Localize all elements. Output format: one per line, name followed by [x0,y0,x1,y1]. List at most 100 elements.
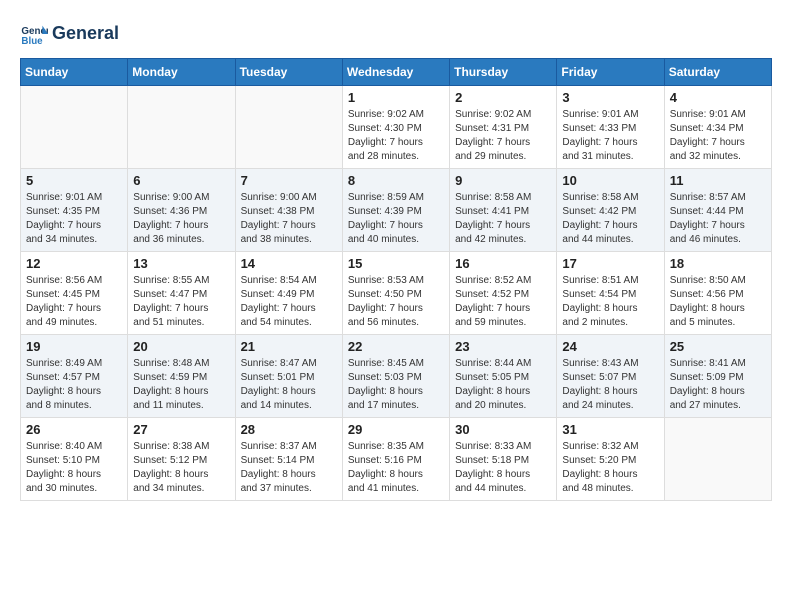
day-number: 1 [348,90,444,105]
calendar-cell: 16 Sunrise: 8:52 AM Sunset: 4:52 PM Dayli… [450,252,557,335]
weekday-header-tuesday: Tuesday [235,59,342,86]
calendar-cell: 11Sunrise: 8:57 AM Sunset: 4:44 PM Dayli… [664,169,771,252]
cell-content: Sunrise: 8:44 AM Sunset: 5:05 PM Dayligh… [455,357,551,413]
calendar-cell: 4Sunrise: 9:01 AM Sunset: 4:34 PM Daylig… [664,86,771,169]
calendar-cell: 12 Sunrise: 8:56 AM Sunset: 4:45 PM Dayli… [21,252,128,335]
calendar-cell: 25 Sunrise: 8:41 AM Sunset: 5:09 PM Dayli… [664,335,771,418]
day-number: 31 [562,422,658,437]
week-row-1: 1 Sunrise: 9:02 AM Sunset: 4:30 PM Daylig… [21,86,772,169]
cell-content: Sunrise: 8:57 AM Sunset: 4:44 PM Dayligh… [670,191,766,247]
weekday-header-sunday: Sunday [21,59,128,86]
cell-content: Sunrise: 8:56 AM Sunset: 4:45 PM Dayligh… [26,274,122,330]
calendar-cell: 23 Sunrise: 8:44 AM Sunset: 5:05 PM Dayli… [450,335,557,418]
calendar-cell [128,86,235,169]
cell-content: Sunrise: 8:37 AM Sunset: 5:14 PM Dayligh… [241,440,337,496]
cell-content: Sunrise: 9:01 AM Sunset: 4:34 PM Dayligh… [670,108,766,164]
calendar-cell: 8 Sunrise: 8:59 AM Sunset: 4:39 PM Daylig… [342,169,449,252]
cell-content: Sunrise: 8:43 AM Sunset: 5:07 PM Dayligh… [562,357,658,413]
week-row-2: 5Sunrise: 9:01 AM Sunset: 4:35 PM Daylig… [21,169,772,252]
day-number: 26 [26,422,122,437]
day-number: 15 [348,256,444,271]
calendar-cell: 10Sunrise: 8:58 AM Sunset: 4:42 PM Dayli… [557,169,664,252]
calendar-cell: 1 Sunrise: 9:02 AM Sunset: 4:30 PM Daylig… [342,86,449,169]
weekday-header-thursday: Thursday [450,59,557,86]
cell-content: Sunrise: 8:58 AM Sunset: 4:41 PM Dayligh… [455,191,551,247]
calendar-cell: 5Sunrise: 9:01 AM Sunset: 4:35 PM Daylig… [21,169,128,252]
day-number: 14 [241,256,337,271]
calendar-cell: 22 Sunrise: 8:45 AM Sunset: 5:03 PM Dayli… [342,335,449,418]
day-number: 25 [670,339,766,354]
day-number: 13 [133,256,229,271]
cell-content: Sunrise: 8:41 AM Sunset: 5:09 PM Dayligh… [670,357,766,413]
logo-text: General [52,24,119,44]
calendar-cell: 9 Sunrise: 8:58 AM Sunset: 4:41 PM Daylig… [450,169,557,252]
calendar-cell: 19 Sunrise: 8:49 AM Sunset: 4:57 PM Dayli… [21,335,128,418]
calendar-cell: 2 Sunrise: 9:02 AM Sunset: 4:31 PM Daylig… [450,86,557,169]
day-number: 21 [241,339,337,354]
cell-content: Sunrise: 8:48 AM Sunset: 4:59 PM Dayligh… [133,357,229,413]
calendar-cell: 20 Sunrise: 8:48 AM Sunset: 4:59 PM Dayli… [128,335,235,418]
day-number: 23 [455,339,551,354]
week-row-4: 19 Sunrise: 8:49 AM Sunset: 4:57 PM Dayli… [21,335,772,418]
cell-content: Sunrise: 9:02 AM Sunset: 4:30 PM Dayligh… [348,108,444,164]
calendar-cell: 31 Sunrise: 8:32 AM Sunset: 5:20 PM Dayli… [557,418,664,501]
calendar-cell: 18 Sunrise: 8:50 AM Sunset: 4:56 PM Dayli… [664,252,771,335]
cell-content: Sunrise: 9:02 AM Sunset: 4:31 PM Dayligh… [455,108,551,164]
calendar-cell: 26 Sunrise: 8:40 AM Sunset: 5:10 PM Dayli… [21,418,128,501]
calendar-cell: 7 Sunrise: 9:00 AM Sunset: 4:38 PM Daylig… [235,169,342,252]
calendar-cell: 29Sunrise: 8:35 AM Sunset: 5:16 PM Dayli… [342,418,449,501]
day-number: 24 [562,339,658,354]
cell-content: Sunrise: 8:50 AM Sunset: 4:56 PM Dayligh… [670,274,766,330]
cell-content: Sunrise: 9:00 AM Sunset: 4:38 PM Dayligh… [241,191,337,247]
day-number: 3 [562,90,658,105]
cell-content: Sunrise: 8:59 AM Sunset: 4:39 PM Dayligh… [348,191,444,247]
day-number: 5 [26,173,122,188]
cell-content: Sunrise: 8:52 AM Sunset: 4:52 PM Dayligh… [455,274,551,330]
week-row-5: 26 Sunrise: 8:40 AM Sunset: 5:10 PM Dayli… [21,418,772,501]
cell-content: Sunrise: 8:53 AM Sunset: 4:50 PM Dayligh… [348,274,444,330]
weekday-header-monday: Monday [128,59,235,86]
calendar-cell: 6Sunrise: 9:00 AM Sunset: 4:36 PM Daylig… [128,169,235,252]
week-row-3: 12 Sunrise: 8:56 AM Sunset: 4:45 PM Dayli… [21,252,772,335]
calendar-table: SundayMondayTuesdayWednesdayThursdayFrid… [20,58,772,501]
calendar-cell: 21 Sunrise: 8:47 AM Sunset: 5:01 PM Dayli… [235,335,342,418]
calendar-cell [235,86,342,169]
day-number: 22 [348,339,444,354]
logo: General Blue General [20,20,119,48]
page-header: General Blue General [20,20,772,48]
day-number: 7 [241,173,337,188]
calendar-cell [21,86,128,169]
weekday-header-wednesday: Wednesday [342,59,449,86]
day-number: 30 [455,422,551,437]
cell-content: Sunrise: 8:58 AM Sunset: 4:42 PM Dayligh… [562,191,658,247]
logo-icon: General Blue [20,20,48,48]
cell-content: Sunrise: 8:32 AM Sunset: 5:20 PM Dayligh… [562,440,658,496]
day-number: 27 [133,422,229,437]
cell-content: Sunrise: 8:51 AM Sunset: 4:54 PM Dayligh… [562,274,658,330]
cell-content: Sunrise: 8:35 AM Sunset: 5:16 PM Dayligh… [348,440,444,496]
day-number: 20 [133,339,229,354]
weekday-header-friday: Friday [557,59,664,86]
day-number: 9 [455,173,551,188]
day-number: 18 [670,256,766,271]
calendar-cell: 30Sunrise: 8:33 AM Sunset: 5:18 PM Dayli… [450,418,557,501]
cell-content: Sunrise: 8:45 AM Sunset: 5:03 PM Dayligh… [348,357,444,413]
day-number: 2 [455,90,551,105]
calendar-cell: 13Sunrise: 8:55 AM Sunset: 4:47 PM Dayli… [128,252,235,335]
day-number: 8 [348,173,444,188]
cell-content: Sunrise: 9:01 AM Sunset: 4:33 PM Dayligh… [562,108,658,164]
cell-content: Sunrise: 9:00 AM Sunset: 4:36 PM Dayligh… [133,191,229,247]
calendar-cell: 3 Sunrise: 9:01 AM Sunset: 4:33 PM Daylig… [557,86,664,169]
weekday-header-row: SundayMondayTuesdayWednesdayThursdayFrid… [21,59,772,86]
cell-content: Sunrise: 8:49 AM Sunset: 4:57 PM Dayligh… [26,357,122,413]
weekday-header-saturday: Saturday [664,59,771,86]
day-number: 12 [26,256,122,271]
calendar-cell: 24 Sunrise: 8:43 AM Sunset: 5:07 PM Dayli… [557,335,664,418]
calendar-cell: 17Sunrise: 8:51 AM Sunset: 4:54 PM Dayli… [557,252,664,335]
calendar-cell: 27Sunrise: 8:38 AM Sunset: 5:12 PM Dayli… [128,418,235,501]
calendar-cell: 15 Sunrise: 8:53 AM Sunset: 4:50 PM Dayli… [342,252,449,335]
cell-content: Sunrise: 8:47 AM Sunset: 5:01 PM Dayligh… [241,357,337,413]
day-number: 16 [455,256,551,271]
day-number: 19 [26,339,122,354]
cell-content: Sunrise: 8:40 AM Sunset: 5:10 PM Dayligh… [26,440,122,496]
